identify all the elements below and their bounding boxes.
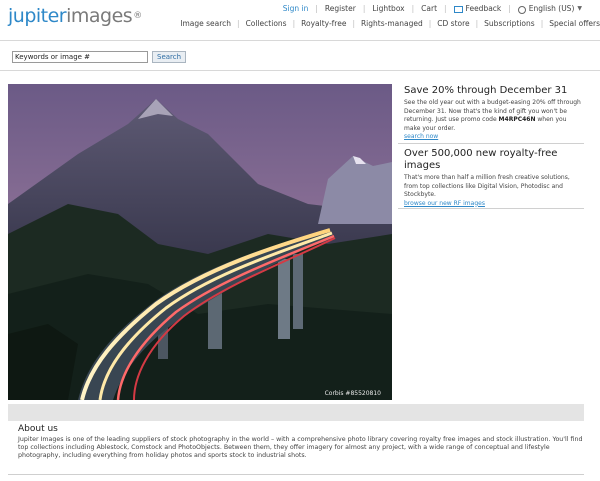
language-selector[interactable]: English (US) bbox=[529, 4, 575, 13]
search-input[interactable] bbox=[12, 51, 148, 63]
separator: | bbox=[352, 19, 355, 28]
nav-royalty-free[interactable]: Royalty-free bbox=[301, 19, 346, 28]
separator: | bbox=[292, 19, 296, 28]
signin-link[interactable]: Sign in bbox=[283, 4, 309, 13]
separator: | bbox=[237, 19, 240, 28]
nav-subscriptions[interactable]: Subscriptions bbox=[484, 19, 535, 28]
browse-rf-link[interactable]: browse our new RF images bbox=[404, 200, 584, 208]
search-bar: Search bbox=[12, 51, 187, 63]
promo-new-rf-title: Over 500,000 new royalty-free images bbox=[404, 148, 558, 171]
promo-sale-title: Save 20% through December 31 bbox=[404, 85, 568, 96]
separator: | bbox=[315, 4, 318, 13]
register-link[interactable]: Register bbox=[325, 4, 356, 13]
separator: | bbox=[444, 4, 447, 13]
about-section: About us Jupiter Images is one of the le… bbox=[18, 424, 584, 461]
hero-photo: Corbis #85520810 bbox=[8, 84, 392, 400]
cart-link[interactable]: Cart bbox=[421, 4, 437, 13]
main-nav: Image search | Collections | Royalty-fre… bbox=[180, 19, 600, 28]
separator: | bbox=[362, 4, 366, 13]
separator: | bbox=[411, 4, 415, 13]
logo-part-images: images bbox=[66, 5, 133, 27]
jupiterimages-logo[interactable]: jupiterimages® bbox=[8, 4, 142, 28]
search-button[interactable]: Search bbox=[152, 51, 187, 63]
logo-part-jupiter: jupiter bbox=[8, 5, 67, 27]
utility-nav: Sign in | Register | Lightbox | Cart | F… bbox=[283, 4, 582, 14]
search-divider bbox=[0, 70, 600, 71]
about-body: Jupiter Images is one of the leading sup… bbox=[18, 436, 583, 460]
nav-image-search[interactable]: Image search bbox=[180, 19, 231, 28]
promo-code: M4RPC46N bbox=[498, 116, 536, 123]
hero-image[interactable]: Corbis #85520810 bbox=[8, 84, 392, 400]
nav-cd-store[interactable]: CD store bbox=[437, 19, 469, 28]
separator: | bbox=[428, 19, 432, 28]
promo-new-rf-body: That's more than half a million fresh cr… bbox=[404, 174, 570, 198]
promo-sale-body: See the old year out with a budget-easin… bbox=[404, 99, 584, 133]
separator: | bbox=[540, 19, 544, 28]
separator: | bbox=[475, 19, 479, 28]
promo-divider bbox=[398, 208, 584, 209]
nav-collections[interactable]: Collections bbox=[246, 19, 287, 28]
promo-new-rf: Over 500,000 new royalty-free images Tha… bbox=[404, 148, 584, 208]
about-header-bar bbox=[8, 404, 584, 421]
promo-sale: Save 20% through December 31 See the old… bbox=[404, 85, 584, 141]
lightbox-link[interactable]: Lightbox bbox=[372, 4, 404, 13]
separator: | bbox=[508, 4, 511, 13]
chevron-down-icon: ▼ bbox=[577, 5, 582, 12]
nav-special-offers[interactable]: Special offers bbox=[549, 19, 600, 28]
search-now-link[interactable]: search now bbox=[404, 133, 584, 141]
photo-credit: Corbis #85520810 bbox=[325, 390, 382, 397]
about-title: About us bbox=[18, 424, 58, 434]
feedback-link[interactable]: Feedback bbox=[466, 4, 502, 13]
logo-registered-mark: ® bbox=[133, 11, 142, 21]
footer-divider bbox=[8, 474, 584, 475]
header-divider bbox=[0, 40, 600, 41]
promo-divider bbox=[398, 143, 584, 144]
globe-icon bbox=[517, 5, 526, 14]
nav-rights-managed[interactable]: Rights-managed bbox=[361, 19, 423, 28]
envelope-icon bbox=[453, 6, 463, 13]
